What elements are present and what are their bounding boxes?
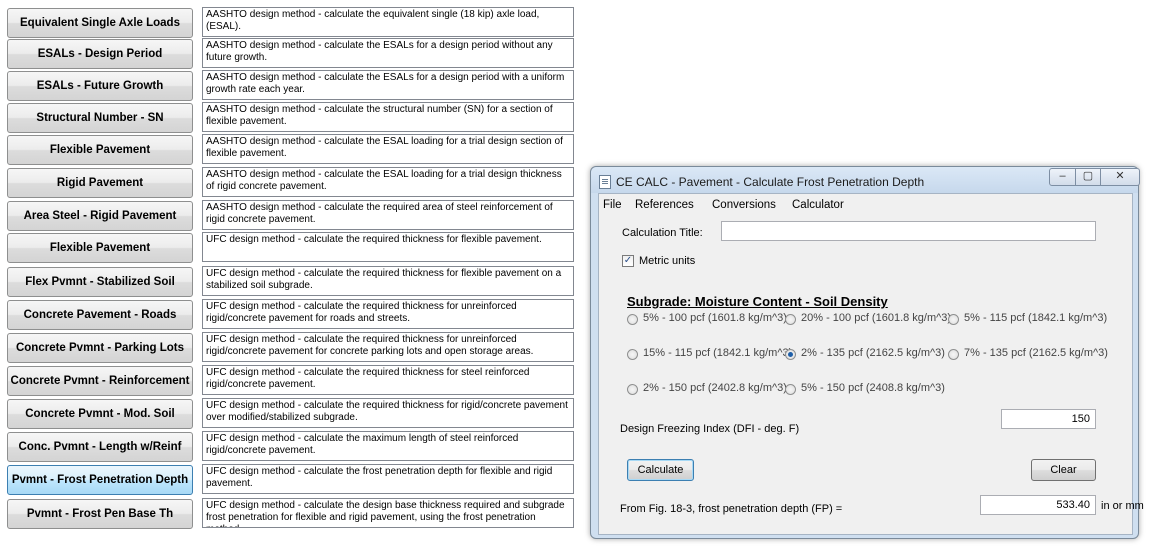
menu-description: UFC design method - calculate the requir… xyxy=(202,299,574,329)
menu-description: UFC design method - calculate the requir… xyxy=(202,232,574,262)
menu-description: AASHTO design method - calculate the req… xyxy=(202,200,574,230)
menu-description: AASHTO design method - calculate the ESA… xyxy=(202,167,574,197)
result-label: From Fig. 18-3, frost penetration depth … xyxy=(620,503,843,515)
menu-button[interactable]: ESALs - Future Growth xyxy=(7,71,193,101)
close-button[interactable]: ✕ xyxy=(1100,168,1140,186)
menu-row: Concrete Pvmnt - Mod. Soil UFC design met… xyxy=(7,397,582,431)
menu-button[interactable]: Rigid Pavement xyxy=(7,168,193,198)
menu-button[interactable]: Flex Pvmnt - Stabilized Soil xyxy=(7,267,193,297)
menu-conversions[interactable]: Conversions xyxy=(712,199,776,211)
radio-label: 15% - 115 pcf (1842.1 kg/m^3) xyxy=(643,347,793,359)
menu-row: Equivalent Single Axle Loads AASHTO desig… xyxy=(7,6,582,40)
menu-description: UFC design method - calculate the frost … xyxy=(202,464,574,494)
menu-row: Concrete Pvmnt - Parking Lots UFC design … xyxy=(7,331,582,365)
radio-label: 2% - 135 pcf (2162.5 kg/m^3) xyxy=(801,347,945,359)
menu-calculator[interactable]: Calculator xyxy=(792,199,844,211)
menu-description: UFC design method - calculate the requir… xyxy=(202,365,574,395)
menu-button[interactable]: Pvmnt - Frost Pen Base Th xyxy=(7,499,193,529)
result-unit: in or mm xyxy=(1101,500,1144,512)
dfi-input[interactable]: 150 xyxy=(1001,409,1096,429)
metric-units-checkbox[interactable]: ✓ xyxy=(622,255,634,267)
frost-penetration-result[interactable]: 533.40 xyxy=(980,495,1096,515)
menu-description: AASHTO design method - calculate the ESA… xyxy=(202,134,574,164)
menu-row: ESALs - Future Growth AASHTO design metho… xyxy=(7,69,582,103)
menu-description: AASHTO design method - calculate the equ… xyxy=(202,7,574,37)
menu-button[interactable]: Area Steel - Rigid Pavement xyxy=(7,201,193,231)
menu-button[interactable]: Conc. Pvmnt - Length w/Reinf xyxy=(7,432,193,462)
menu-button[interactable]: ESALs - Design Period xyxy=(7,39,193,69)
menu-description: UFC design method - calculate the requir… xyxy=(202,398,574,428)
radio-2pct-135pcf[interactable] xyxy=(785,349,796,360)
radio-label: 20% - 100 pcf (1601.8 kg/m^3) xyxy=(801,312,952,324)
radio-label: 2% - 150 pcf (2402.8 kg/m^3) xyxy=(643,382,787,394)
radio-label: 7% - 135 pcf (2162.5 kg/m^3) xyxy=(964,347,1108,359)
title-bar[interactable]: CE CALC - Pavement - Calculate Frost Pen… xyxy=(591,167,1140,193)
calculate-button[interactable]: Calculate xyxy=(627,459,694,481)
menu-row: Flexible Pavement AASHTO design method - … xyxy=(7,133,582,167)
menu-button[interactable]: Flexible Pavement xyxy=(7,135,193,165)
radio-7pct-135pcf[interactable] xyxy=(948,349,959,360)
calculation-title-label: Calculation Title: xyxy=(622,227,703,239)
menu-row: Pvmnt - Frost Penetration Depth UFC desig… xyxy=(7,463,582,497)
app-icon xyxy=(599,175,611,189)
menu-description: AASHTO design method - calculate the str… xyxy=(202,102,574,132)
radio-5pct-150pcf[interactable] xyxy=(785,384,796,395)
menu-button[interactable]: Concrete Pvmnt - Parking Lots xyxy=(7,333,193,363)
calculation-title-input[interactable] xyxy=(721,221,1096,241)
menu-button[interactable]: Concrete Pvmnt - Reinforcement xyxy=(7,366,193,396)
menu-button[interactable]: Equivalent Single Axle Loads xyxy=(7,8,193,38)
menu-row: Conc. Pvmnt - Length w/Reinf UFC design m… xyxy=(7,430,582,464)
window-title: CE CALC - Pavement - Calculate Frost Pen… xyxy=(616,175,925,189)
menu-row: Flexible Pavement UFC design method - cal… xyxy=(7,231,582,265)
menu-button[interactable]: Pvmnt - Frost Penetration Depth xyxy=(7,465,193,495)
frost-penetration-window: CE CALC - Pavement - Calculate Frost Pen… xyxy=(590,166,1144,539)
radio-20pct-100pcf[interactable] xyxy=(785,314,796,325)
metric-units-label: Metric units xyxy=(639,255,696,267)
menu-button[interactable]: Flexible Pavement xyxy=(7,233,193,263)
radio-5pct-115pcf[interactable] xyxy=(948,314,959,325)
checkmark-icon: ✓ xyxy=(623,255,633,266)
maximize-button[interactable]: ▢ xyxy=(1075,168,1101,186)
menu-button[interactable]: Structural Number - SN xyxy=(7,103,193,133)
menu-row: ESALs - Design Period AASHTO design metho… xyxy=(7,37,582,71)
menu-row: Flex Pvmnt - Stabilized Soil UFC design m… xyxy=(7,265,582,299)
menu-description: AASHTO design method - calculate the ESA… xyxy=(202,38,574,68)
subgrade-section-title: Subgrade: Moisture Content - Soil Densit… xyxy=(627,294,888,309)
menu-description: AASHTO design method - calculate the ESA… xyxy=(202,70,574,100)
window-client-area: File References Conversions Calculator C… xyxy=(598,193,1144,535)
radio-label: 5% - 100 pcf (1601.8 kg/m^3) xyxy=(643,312,787,324)
menu-row: Concrete Pvmnt - Reinforcement UFC design… xyxy=(7,364,582,398)
menu-button[interactable]: Concrete Pvmnt - Mod. Soil xyxy=(7,399,193,429)
menu-file[interactable]: File xyxy=(603,199,622,211)
menu-row: Concrete Pavement - Roads UFC design meth… xyxy=(7,298,582,332)
menu-row: Area Steel - Rigid Pavement AASHTO design… xyxy=(7,199,582,233)
menu-bar: File References Conversions Calculator xyxy=(599,196,1132,214)
radio-5pct-100pcf[interactable] xyxy=(627,314,638,325)
menu-description: UFC design method - calculate the maximu… xyxy=(202,431,574,461)
menu-row: Pvmnt - Frost Pen Base Th UFC design meth… xyxy=(7,497,582,531)
minimize-button[interactable]: – xyxy=(1049,168,1076,186)
menu-description: UFC design method - calculate the design… xyxy=(202,498,574,528)
menu-row: Structural Number - SN AASHTO design meth… xyxy=(7,101,582,135)
radio-label: 5% - 150 pcf (2408.8 kg/m^3) xyxy=(801,382,945,394)
menu-row: Rigid Pavement AASHTO design method - cal… xyxy=(7,166,582,200)
radio-15pct-115pcf[interactable] xyxy=(627,349,638,360)
menu-references[interactable]: References xyxy=(635,199,694,211)
menu-description: UFC design method - calculate the requir… xyxy=(202,266,574,296)
menu-description: UFC design method - calculate the requir… xyxy=(202,332,574,362)
radio-2pct-150pcf[interactable] xyxy=(627,384,638,395)
clear-button[interactable]: Clear xyxy=(1031,459,1096,481)
dfi-label: Design Freezing Index (DFI - deg. F) xyxy=(620,423,800,435)
radio-label: 5% - 115 pcf (1842.1 kg/m^3) xyxy=(964,312,1108,324)
menu-button[interactable]: Concrete Pavement - Roads xyxy=(7,300,193,330)
